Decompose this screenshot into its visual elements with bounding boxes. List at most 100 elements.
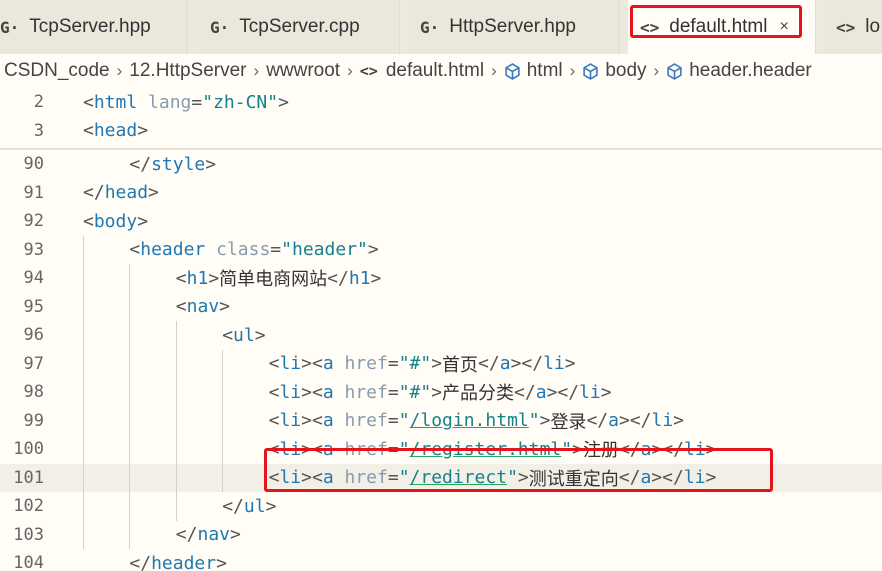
- sticky-line: 2 <html lang="zh-CN">: [0, 88, 882, 117]
- code-editor[interactable]: 2 <html lang="zh-CN"> 3 <head> 90 </style…: [0, 88, 882, 571]
- code-token: >: [564, 353, 576, 375]
- code-token: <: [268, 381, 280, 403]
- code-token: a: [322, 381, 334, 403]
- code-token: li: [543, 353, 565, 375]
- code-token: 首页: [442, 354, 479, 376]
- code-token: li: [579, 381, 601, 403]
- code-line[interactable]: 104 </header >: [0, 549, 882, 571]
- code-text: < body >: [83, 207, 148, 236]
- code-token: class: [205, 239, 271, 261]
- indent-guide: [222, 349, 223, 492]
- breadcrumb-item[interactable]: header.header: [689, 60, 812, 82]
- code-line[interactable]: 98 < li >< a href = "#" > 产品分类 </a ></li >: [0, 378, 882, 407]
- code-token: h1: [348, 267, 371, 289]
- cpp-file-icon: G·: [210, 17, 230, 37]
- code-line[interactable]: 99 < li >< a href = "/login.html " > 登录 </a ></li >: [0, 407, 882, 436]
- breadcrumb-item[interactable]: 12.HttpServer: [129, 60, 246, 82]
- code-token: >: [431, 381, 443, 403]
- code-token: a: [608, 410, 619, 432]
- breadcrumb-item[interactable]: html: [527, 60, 563, 82]
- code-token: =: [387, 381, 399, 403]
- code-token: =: [387, 353, 399, 375]
- line-number: 2: [33, 92, 44, 113]
- code-token: >: [216, 552, 227, 571]
- code-token: >: [219, 296, 230, 318]
- code-text: < li >< a href = "#" > 产品分类 </a ></li >: [269, 378, 612, 407]
- code-line[interactable]: 92 < body >: [0, 207, 882, 236]
- code-text: < ul >: [222, 321, 265, 350]
- code-token: ><: [301, 353, 323, 375]
- code-text: </header >: [129, 549, 227, 571]
- code-token: li: [279, 410, 302, 432]
- code-token: <: [83, 210, 94, 232]
- code-token: </: [586, 410, 609, 432]
- code-token: nav: [186, 296, 220, 318]
- code-token: >: [137, 210, 149, 232]
- indent-guide: [176, 321, 177, 521]
- code-token: ul: [243, 495, 266, 517]
- code-line[interactable]: 94 < h1 > 简单电商网站 </h1 >: [0, 264, 882, 293]
- sticky-line: 3 <head>: [0, 117, 882, 146]
- code-token: /login.html: [409, 410, 529, 432]
- code-line[interactable]: 91 </head >: [0, 179, 882, 208]
- code-token: 简单电商网站: [219, 269, 328, 291]
- code-token: href: [333, 353, 388, 375]
- chevron-right-icon: ›: [653, 61, 660, 80]
- html-file-icon: <>: [836, 17, 856, 37]
- tab-label: TcpServer.cpp: [239, 16, 360, 37]
- code-token: >: [205, 153, 217, 175]
- code-token: "header": [281, 239, 368, 261]
- code-token: </: [514, 381, 536, 403]
- code-token: =: [387, 410, 399, 432]
- code-token: body: [93, 210, 138, 232]
- breadcrumb-item[interactable]: wwwroot: [266, 60, 340, 82]
- element-cube-icon: [583, 62, 598, 80]
- code-line[interactable]: 93 < header class = "header" >: [0, 236, 882, 265]
- cpp-file-icon: G·: [0, 17, 20, 37]
- indent-guide: [83, 235, 84, 549]
- code-token: ": [528, 410, 540, 432]
- tab-tcpserver-hpp[interactable]: G· TcpServer.hpp: [0, 0, 188, 54]
- code-line[interactable]: 95 < nav >: [0, 293, 882, 322]
- code-token: ": [398, 410, 410, 432]
- code-token: style: [151, 153, 206, 175]
- code-token: a: [535, 381, 547, 403]
- code-token: header: [140, 239, 206, 261]
- element-cube-icon: [667, 62, 682, 80]
- code-token: <: [83, 91, 94, 113]
- code-text: < li >< a href = "#" > 首页 </a ></li >: [269, 350, 576, 379]
- tab-lo[interactable]: <> lo: [824, 0, 882, 54]
- tab-label: lo: [865, 16, 881, 37]
- breadcrumb-item[interactable]: body: [605, 60, 646, 82]
- line-number: 93: [23, 239, 44, 260]
- code-token: "zh-CN": [202, 91, 279, 113]
- code-line[interactable]: 102 </ul >: [0, 492, 882, 521]
- code-text: < li >< a href = "/login.html " > 登录 </a ></li >: [269, 407, 684, 436]
- chevron-right-icon: ›: [347, 61, 353, 80]
- tab-tcpserver-cpp[interactable]: G· TcpServer.cpp: [198, 0, 400, 54]
- code-token: >: [278, 91, 289, 113]
- line-number: 98: [23, 382, 44, 403]
- code-token: >: [600, 381, 612, 403]
- code-token: ><: [301, 381, 323, 403]
- code-token: >: [367, 239, 379, 261]
- line-number: 96: [23, 325, 44, 346]
- code-line[interactable]: 103 </nav >: [0, 521, 882, 550]
- breadcrumb-item[interactable]: default.html: [386, 60, 484, 82]
- code-line[interactable]: 90 </style >: [0, 150, 882, 179]
- sticky-code: <head>: [83, 117, 148, 146]
- line-number: 103: [13, 524, 44, 545]
- line-number: 91: [23, 182, 44, 203]
- code-token: <: [268, 410, 280, 432]
- line-number: 99: [23, 410, 44, 431]
- code-token: "#": [398, 353, 432, 375]
- tab-httpserver-hpp[interactable]: G· HttpServer.hpp: [408, 0, 620, 54]
- code-line[interactable]: 96 < ul >: [0, 321, 882, 350]
- breadcrumb: CSDN_code › 12.HttpServer › wwwroot › <>…: [0, 54, 882, 88]
- highlight-box-tab: [630, 5, 802, 38]
- code-token: =: [270, 239, 282, 261]
- code-line[interactable]: 97 < li >< a href = "#" > 首页 </a ></li >: [0, 350, 882, 379]
- code-token: li: [651, 410, 674, 432]
- code-token: ></: [618, 410, 652, 432]
- breadcrumb-item[interactable]: CSDN_code: [4, 60, 110, 82]
